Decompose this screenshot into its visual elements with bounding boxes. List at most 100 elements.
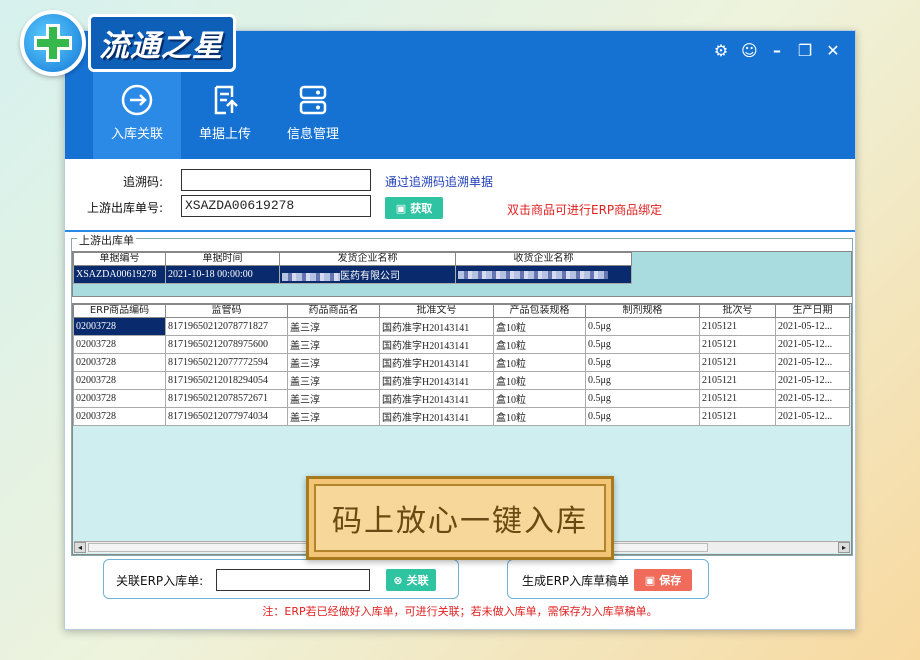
table-cell: 81719650212018294054 [165,371,288,390]
link-button[interactable]: ⊗ 关联 [386,569,436,591]
tool-inbound-link[interactable]: 入库关联 [93,67,181,159]
table-cell: 盖三淳 [287,335,380,354]
table-row[interactable]: 02003728 81719650212018294054 盖三淳 国药准字H2014… [73,371,850,390]
outbound-header: 单据时间 [165,252,280,266]
footer-note: 注：ERP若已经做好入库单，可进行关联；若未做入库单，需保存为入库草稿单。 [262,605,658,618]
product-header: 制剂规格 [585,304,700,318]
minimize-icon[interactable]: – [769,41,785,60]
table-cell: 02003728 [73,407,166,426]
product-table: ERP商品编码 监管码 药品商品名 批准文号 产品包装规格 制剂规格 批次号 生… [73,304,850,426]
product-header: ERP商品编码 [73,304,166,318]
table-cell: 0.5μg [585,335,700,354]
table-row[interactable]: 02003728 81719650212078975600 盖三淳 国药准字H2014… [73,335,850,354]
table-cell: 2021-05-12... [775,353,850,372]
draft-label: 生成ERP入库草稿单 [522,574,630,588]
lightbulb-icon[interactable]: ☺ [741,41,758,60]
table-cell: 2105121 [699,389,776,408]
outbound-table: 单据编号 单据时间 发货企业名称 收货企业名称 XSAZDA00619278 2… [73,252,632,284]
tool-info-manage[interactable]: 信息管理 [269,67,357,159]
table-cell: 盒10粒 [493,317,586,336]
sender-name: 医药有限公司 [340,271,400,282]
app-logo: 流通之星 [20,10,236,76]
fetch-button[interactable]: ▣ 获取 [385,197,443,219]
table-cell: 02003728 [73,389,166,408]
table-cell: 81719650212078975600 [165,335,288,354]
scroll-left-icon[interactable]: ◂ [74,542,86,553]
table-cell: 2021-05-12... [775,407,850,426]
link-button-label: 关联 [406,574,429,587]
plus-cross-icon [20,10,86,76]
restore-icon[interactable]: ❐ [797,41,813,60]
table-cell: 02003728 [73,371,166,390]
table-cell: 0.5μg [585,317,700,336]
draft-panel: 生成ERP入库草稿单 ▣ 保存 [507,559,709,599]
tool-upload-doc[interactable]: 单据上传 [181,67,269,159]
table-cell: 盒10粒 [493,335,586,354]
link-icon: ⊗ [393,573,403,587]
table-cell: 国药准字H20143141 [379,335,494,354]
table-cell: 81719650212078771827 [165,317,288,336]
bind-hint: 双击商品可进行ERP商品绑定 [507,203,663,217]
gear-icon[interactable]: ⚙ [713,41,729,60]
save-button[interactable]: ▣ 保存 [634,569,692,591]
table-cell: 盖三淳 [287,371,380,390]
table-row[interactable]: 02003728 81719650212077772594 盖三淳 国药准字H2014… [73,353,850,372]
table-row[interactable]: XSAZDA00619278 2021-10-18 00:00:00 医药有限公… [73,265,632,284]
table-cell: 2105121 [699,317,776,336]
link-erp-panel: 关联ERP入库单: ⊗ 关联 [103,559,459,599]
section-title: 上游出库单 [77,232,136,248]
redacted-block [282,272,340,281]
table-row[interactable]: 02003728 81719650212077974034 盖三淳 国药准字H2014… [73,407,850,426]
product-header: 监管码 [165,304,288,318]
query-form: 追溯码: 通过追溯码追溯单据 上游出库单号: XSAZDA00619278 ▣ 获… [65,159,855,231]
tool-label: 单据上传 [198,127,251,142]
table-cell: 盒10粒 [493,371,586,390]
tool-label: 入库关联 [110,127,163,142]
table-cell: 2021-05-12... [775,335,850,354]
table-cell: 81719650212077772594 [165,353,288,372]
upstream-no-label: 上游出库单号: [87,201,164,215]
table-cell: 盒10粒 [493,353,586,372]
table-cell: 2105121 [699,353,776,372]
outbound-header: 收货企业名称 [455,252,632,266]
save-icon: ▣ [644,573,656,587]
scroll-right-icon[interactable]: ▸ [838,542,850,553]
tool-label: 信息管理 [286,127,339,142]
link-erp-input[interactable] [216,569,370,591]
redacted-block [458,270,608,279]
table-cell: 2105121 [699,335,776,354]
calendar-icon: ▣ [395,201,407,215]
table-row[interactable]: 02003728 81719650212078771827 盖三淳 国药准字H2014… [73,317,850,336]
table-cell: 2021-05-12... [775,389,850,408]
close-icon[interactable]: ✕ [825,41,841,60]
table-cell: 0.5μg [585,371,700,390]
table-cell: 国药准字H20143141 [379,389,494,408]
table-cell: 81719650212077974034 [165,407,288,426]
table-cell: 2105121 [699,371,776,390]
product-header: 批次号 [699,304,776,318]
window-controls: ⚙ ☺ – ❐ ✕ [713,41,841,60]
promo-overlay: 码上放心一键入库 [306,476,614,560]
table-cell: 国药准字H20143141 [379,353,494,372]
table-cell: 国药准字H20143141 [379,317,494,336]
outbound-header: 发货企业名称 [279,252,456,266]
table-cell: XSAZDA00619278 [73,265,166,284]
table-cell: 2105121 [699,407,776,426]
table-cell: 0.5μg [585,353,700,372]
upstream-no-input[interactable]: XSAZDA00619278 [181,195,371,217]
table-row[interactable]: 02003728 81719650212078572671 盖三淳 国药准字H2014… [73,389,850,408]
table-cell: 盖三淳 [287,353,380,372]
table-cell: 0.5μg [585,389,700,408]
table-cell: 2021-05-12... [775,371,850,390]
product-header: 药品商品名 [287,304,380,318]
product-header: 批准文号 [379,304,494,318]
outbound-header: 单据编号 [73,252,166,266]
table-cell: 2021-10-18 00:00:00 [165,265,280,284]
table-cell: 0.5μg [585,407,700,426]
table-cell: 盖三淳 [287,407,380,426]
divider [65,230,855,232]
logo-text: 流通之星 [88,14,236,72]
trace-link[interactable]: 通过追溯码追溯单据 [385,173,493,190]
table-cell: 国药准字H20143141 [379,407,494,426]
trace-code-input[interactable] [181,169,371,191]
